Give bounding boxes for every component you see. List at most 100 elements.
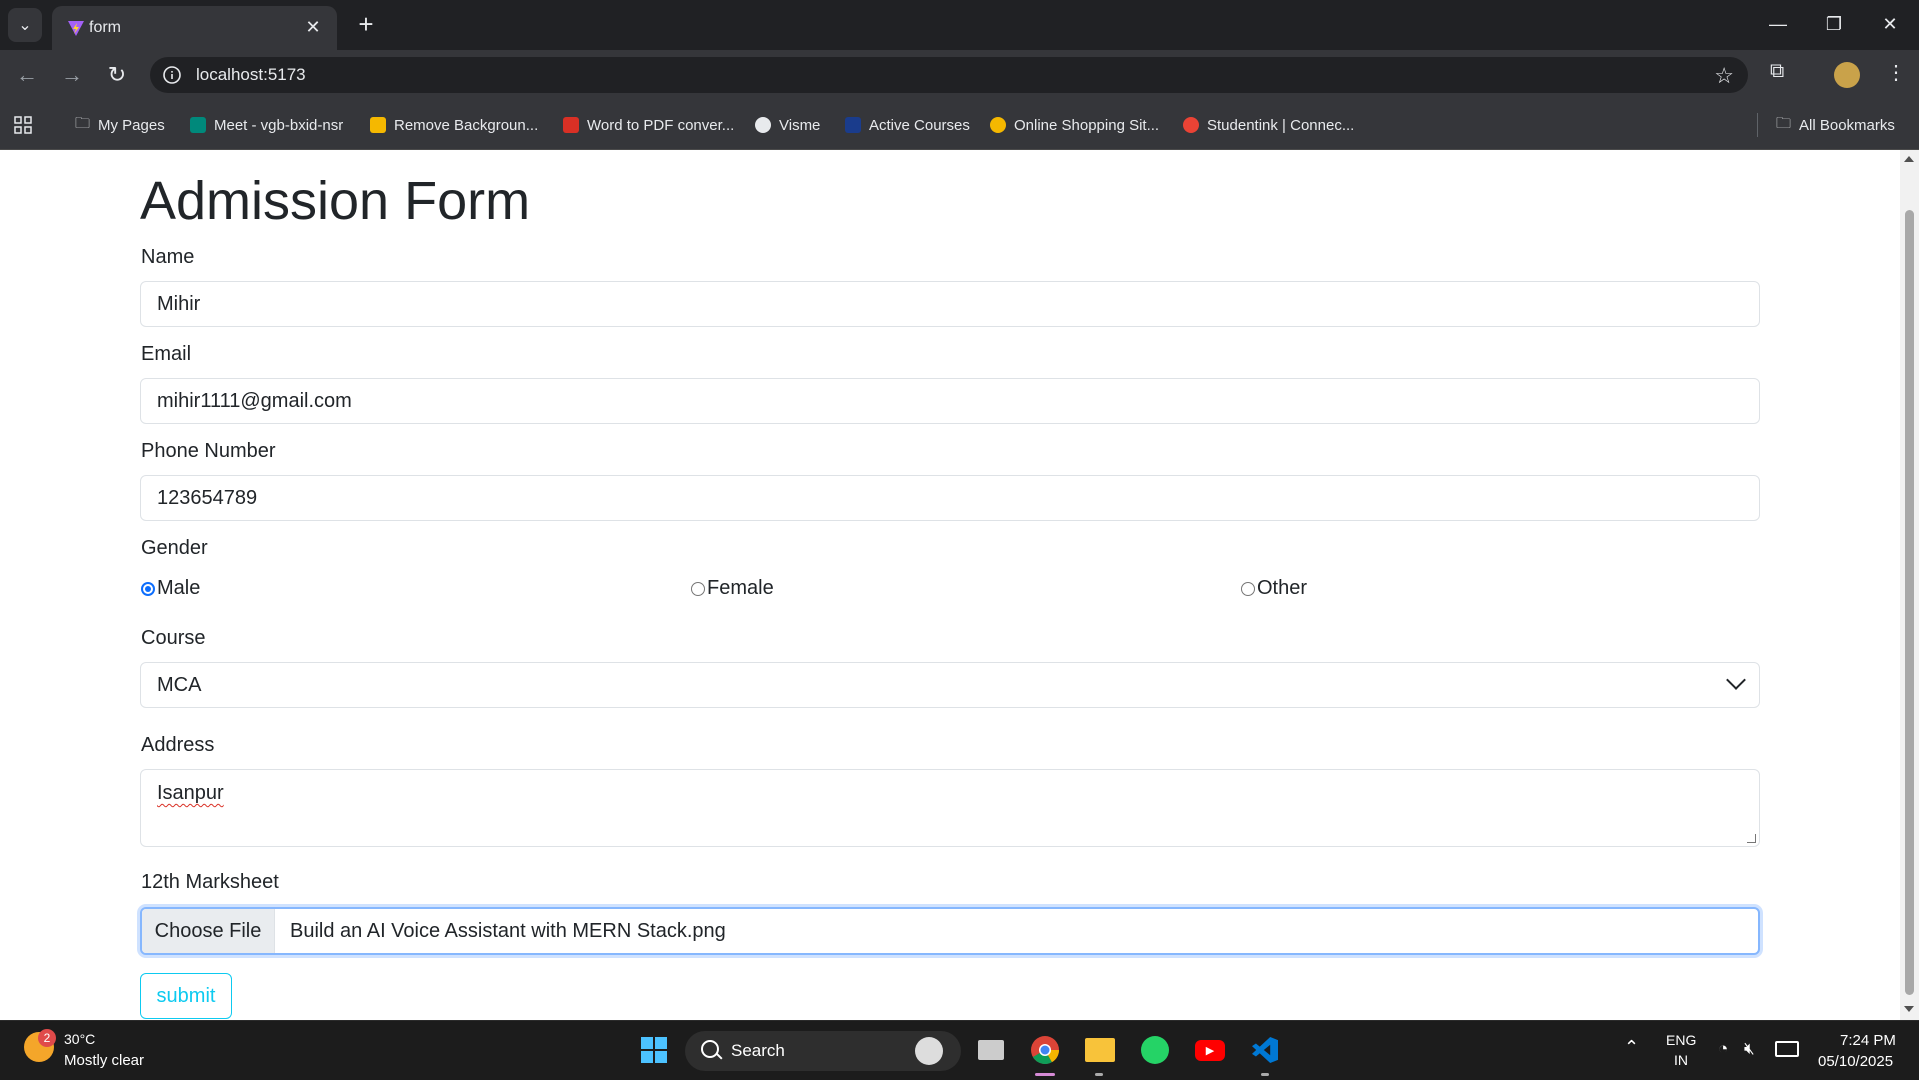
back-button[interactable]: ← — [12, 60, 42, 90]
course-selected-value: MCA — [157, 674, 202, 696]
windows-taskbar: 2 30°C Mostly clear Search ▶ ⌃ ENG IN ◔ … — [0, 1020, 1919, 1080]
resize-handle[interactable] — [1747, 834, 1756, 843]
new-tab-button[interactable]: + — [352, 10, 380, 38]
task-view-button[interactable] — [974, 1033, 1008, 1067]
meet-icon — [190, 117, 206, 133]
search-highlight-icon — [915, 1037, 943, 1065]
bookmark-remove-background[interactable]: Remove Backgroun... — [370, 113, 538, 137]
pdf-icon — [563, 117, 579, 133]
folder-icon — [1085, 1038, 1115, 1062]
all-bookmarks-button[interactable]: 🗀 All Bookmarks — [1776, 113, 1895, 137]
scroll-up-arrow[interactable] — [1904, 156, 1914, 162]
speaker-muted-icon[interactable]: 🔇︎ — [1744, 1039, 1755, 1059]
bookmarks-bar: 🗀 My Pages Meet - vgb-bxid-nsr Remove Ba… — [0, 100, 1919, 150]
remove-bg-icon — [370, 117, 386, 133]
bookmark-label: Remove Backgroun... — [394, 116, 539, 134]
submit-button[interactable]: submit — [140, 973, 232, 1019]
tab-title: form — [89, 19, 121, 36]
youtube-button[interactable]: ▶ — [1193, 1033, 1227, 1067]
tab-form[interactable]: form ✕ — [52, 6, 337, 50]
email-input[interactable]: mihir1111@gmail.com — [140, 378, 1760, 424]
wifi-icon[interactable]: ◔ — [1718, 1039, 1728, 1059]
profile-avatar[interactable] — [1834, 62, 1860, 88]
scroll-down-arrow[interactable] — [1904, 1006, 1914, 1012]
chevron-down-icon: ⌄ — [18, 17, 32, 34]
bookmark-active-courses[interactable]: Active Courses — [845, 113, 970, 137]
shopping-icon — [990, 117, 1006, 133]
close-tab-icon[interactable]: ✕ — [301, 15, 325, 39]
taskbar-search[interactable]: Search — [685, 1031, 961, 1071]
bookmark-online-shopping[interactable]: Online Shopping Sit... — [990, 113, 1159, 137]
clock-time[interactable]: 7:24 PM — [1840, 1032, 1896, 1049]
marksheet-file-input[interactable]: Choose File Build an AI Voice Assistant … — [140, 907, 1760, 955]
name-input[interactable]: Mihir — [140, 281, 1760, 327]
radio-male[interactable] — [141, 581, 155, 596]
bookmark-meet[interactable]: Meet - vgb-bxid-nsr — [190, 113, 343, 137]
bookmark-label: Visme — [779, 116, 821, 134]
bookmark-star-icon[interactable]: ☆ — [1714, 63, 1734, 89]
vite-icon — [68, 21, 84, 36]
reload-button[interactable]: ↻ — [102, 60, 132, 90]
weather-badge: 2 — [38, 1029, 56, 1047]
chrome-taskbar-button[interactable] — [1028, 1033, 1062, 1067]
selected-file-name: Build an AI Voice Assistant with MERN St… — [290, 920, 726, 942]
battery-icon[interactable] — [1775, 1041, 1799, 1057]
bookmark-label: My Pages — [98, 116, 165, 134]
vscode-button[interactable] — [1248, 1033, 1282, 1067]
chevron-down-icon — [1726, 670, 1746, 690]
studentink-icon — [1183, 117, 1199, 133]
forward-button[interactable]: → — [57, 60, 87, 90]
search-label: Search — [731, 1041, 785, 1060]
radio-other[interactable] — [1241, 581, 1255, 596]
folder-icon: 🗀 — [1776, 114, 1792, 132]
choose-file-button[interactable]: Choose File — [142, 909, 275, 953]
whatsapp-icon — [1141, 1036, 1169, 1064]
vscode-running-indicator — [1261, 1073, 1269, 1076]
radio-label: Other — [1257, 577, 1308, 599]
bookmark-my-pages[interactable]: 🗀 My Pages — [75, 113, 165, 137]
bookmark-label: Studentink | Connec... — [1207, 116, 1355, 134]
start-button[interactable] — [637, 1033, 671, 1067]
apps-icon[interactable] — [14, 113, 32, 137]
extensions-icon[interactable]: ⧉ — [1770, 60, 1784, 83]
marksheet-label: 12th Marksheet — [141, 871, 279, 893]
course-select[interactable]: MCA — [140, 662, 1760, 708]
task-view-icon — [978, 1040, 1004, 1060]
grid-icon — [14, 116, 32, 134]
close-window-button[interactable]: ✕ — [1862, 0, 1918, 48]
bookmark-word-to-pdf[interactable]: Word to PDF conver... — [563, 113, 734, 137]
tab-list-button[interactable]: ⌄ — [8, 8, 42, 42]
folder-icon: 🗀 — [75, 114, 91, 132]
menu-icon[interactable]: ⋮ — [1886, 60, 1906, 85]
bookmark-studentink[interactable]: Studentink | Connec... — [1183, 113, 1354, 137]
visme-icon — [755, 117, 771, 133]
radio-label: Male — [157, 577, 201, 599]
browser-toolbar: ← → ↻ localhost:5173 ☆ ⧉ ⋮ — [0, 50, 1919, 100]
site-info-icon[interactable] — [162, 65, 182, 85]
scrollbar-thumb[interactable] — [1905, 210, 1914, 995]
phone-input[interactable]: 123654789 — [140, 475, 1760, 521]
youtube-icon: ▶ — [1195, 1039, 1225, 1061]
file-explorer-button[interactable] — [1083, 1033, 1117, 1067]
address-label: Address — [141, 734, 215, 756]
minimize-button[interactable]: — — [1750, 0, 1806, 48]
clock-date[interactable]: 05/10/2025 — [1818, 1053, 1893, 1070]
vscode-icon — [1252, 1037, 1278, 1063]
language-line2[interactable]: IN — [1674, 1052, 1688, 1068]
language-line1[interactable]: ENG — [1666, 1032, 1696, 1048]
chrome-active-indicator — [1035, 1073, 1055, 1076]
bookmark-visme[interactable]: Visme — [755, 113, 820, 137]
page-content: Admission Form Name Mihir Email mihir111… — [0, 150, 1900, 1020]
page-title: Admission Form — [140, 171, 531, 231]
whatsapp-button[interactable] — [1138, 1033, 1172, 1067]
address-bar[interactable]: localhost:5173 ☆ — [150, 57, 1748, 93]
address-textarea[interactable]: Isanpur — [140, 769, 1760, 847]
gender-option-female[interactable]: Female — [691, 577, 774, 600]
tab-strip: ⌄ form ✕ + — ❐ ✕ — [0, 0, 1919, 50]
restore-button[interactable]: ❐ — [1806, 0, 1862, 48]
page-scrollbar[interactable] — [1900, 150, 1919, 1020]
gender-option-other[interactable]: Other — [1241, 577, 1307, 600]
radio-female[interactable] — [691, 581, 705, 596]
gender-option-male[interactable]: Male — [141, 577, 200, 600]
tray-overflow-chevron-icon[interactable]: ⌃ — [1624, 1037, 1639, 1058]
